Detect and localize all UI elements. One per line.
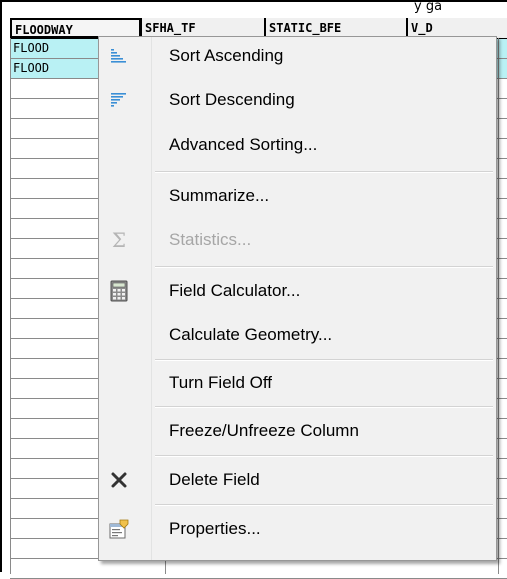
column-header-static-bfe[interactable]: STATIC_BFE <box>265 18 407 38</box>
context-menu: Sort Ascending Sort Descending Advanced … <box>98 36 497 561</box>
menu-item-label: Summarize... <box>169 186 270 205</box>
menu-item-field-calculator[interactable]: Field Calculator... <box>99 274 496 308</box>
menu-separator <box>155 406 493 408</box>
properties-icon <box>107 517 131 541</box>
menu-item-sort-descending[interactable]: Sort Descending <box>99 83 496 117</box>
menu-separator <box>155 359 493 361</box>
menu-item-label: Calculate Geometry... <box>169 325 333 344</box>
column-header-floodway[interactable]: FLOODWAY <box>10 18 141 38</box>
menu-item-freeze-unfreeze-column[interactable]: Freeze/Unfreeze Column <box>99 414 496 448</box>
menu-item-calculate-geometry[interactable]: Calculate Geometry... <box>99 318 496 352</box>
menu-item-summarize[interactable]: Summarize... <box>99 179 496 213</box>
menu-item-turn-field-off[interactable]: Turn Field Off <box>99 366 496 400</box>
svg-text:Σ: Σ <box>112 228 126 252</box>
menu-separator <box>155 266 493 268</box>
menu-item-advanced-sorting[interactable]: Advanced Sorting... <box>99 128 496 162</box>
menu-item-label: Properties... <box>169 519 261 538</box>
delete-x-icon <box>107 468 131 492</box>
menu-item-label: Field Calculator... <box>169 281 301 300</box>
menu-separator <box>155 171 493 173</box>
column-header-sfha-tf[interactable]: SFHA_TF <box>141 18 265 38</box>
menu-item-properties[interactable]: Properties... <box>99 512 496 546</box>
menu-item-delete-field[interactable]: Delete Field <box>99 463 496 497</box>
calculator-icon <box>107 279 131 303</box>
table-row[interactable] <box>10 559 507 579</box>
sort-ascending-icon <box>107 44 131 68</box>
menu-item-label: Freeze/Unfreeze Column <box>169 421 359 440</box>
menu-item-sort-ascending[interactable]: Sort Ascending <box>99 39 496 73</box>
sort-descending-icon <box>107 88 131 112</box>
menu-separator <box>155 504 493 506</box>
menu-item-label: Statistics... <box>169 230 252 249</box>
menu-item-label: Sort Descending <box>169 90 295 109</box>
menu-separator <box>155 455 493 457</box>
window-title-fragment: y ga <box>414 2 443 14</box>
menu-item-label: Advanced Sorting... <box>169 135 318 154</box>
column-header-v-d[interactable]: V_D <box>407 18 507 38</box>
menu-item-label: Sort Ascending <box>169 46 284 65</box>
sigma-icon: Σ <box>107 228 131 252</box>
menu-item-label: Turn Field Off <box>169 373 272 392</box>
menu-item-statistics: Σ Statistics... <box>99 223 496 257</box>
menu-item-label: Delete Field <box>169 470 260 489</box>
